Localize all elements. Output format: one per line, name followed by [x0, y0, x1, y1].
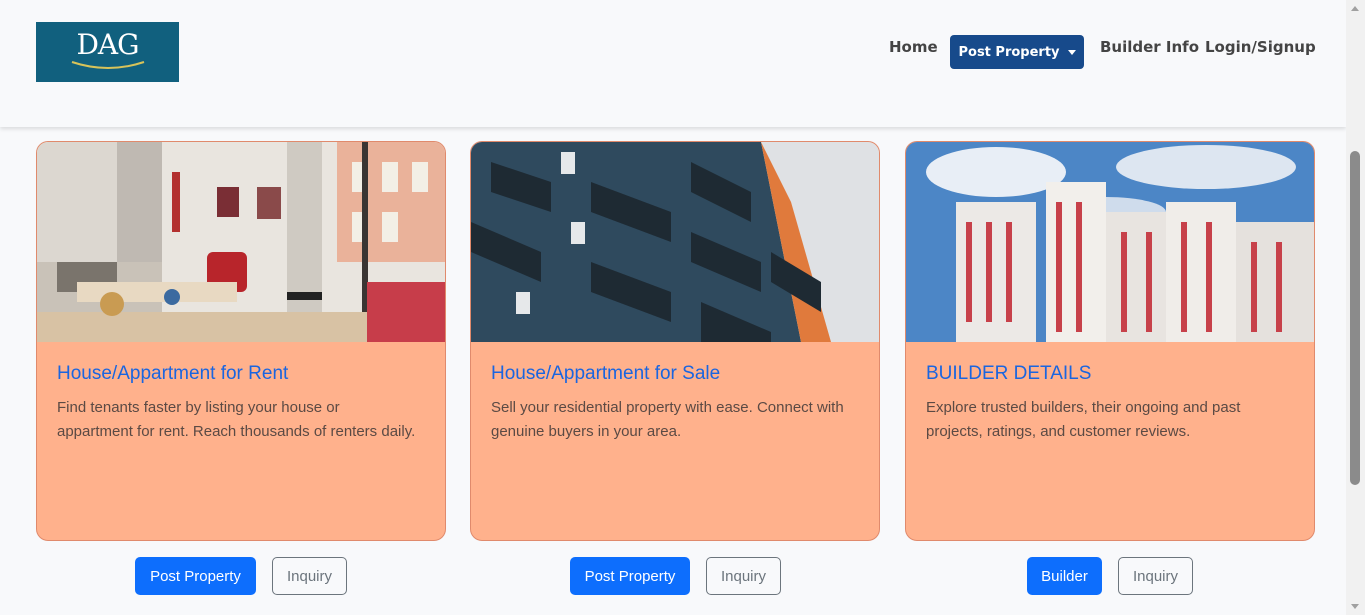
rent-card[interactable]: House/Appartment for Rent Find tenants f…: [36, 141, 446, 541]
high-rise-buildings-image: [906, 142, 1314, 342]
sale-card-title[interactable]: House/Appartment for Sale: [491, 363, 720, 385]
dag-logo[interactable]: DAG: [36, 22, 179, 82]
sale-inquiry-button[interactable]: Inquiry: [706, 557, 781, 595]
nav-login-signup-link[interactable]: Login/Signup: [1205, 38, 1316, 56]
vertical-scrollbar[interactable]: [1346, 0, 1365, 615]
sale-card[interactable]: House/Appartment for Sale Sell your resi…: [470, 141, 880, 541]
sale-post-property-button[interactable]: Post Property: [570, 557, 690, 595]
rent-inquiry-button[interactable]: Inquiry: [272, 557, 347, 595]
rent-post-property-button[interactable]: Post Property: [135, 557, 256, 595]
logo-swoosh-icon: [71, 61, 145, 69]
post-property-dropdown-label: Post Property: [958, 44, 1060, 60]
rent-card-description: Find tenants faster by listing your hous…: [57, 399, 416, 440]
builder-card[interactable]: BUILDER DETAILS Explore trusted builders…: [905, 141, 1315, 541]
logo-text: DAG: [76, 28, 139, 61]
caret-down-icon: [1067, 49, 1076, 55]
post-property-dropdown[interactable]: Post Property: [950, 35, 1084, 69]
builder-inquiry-button[interactable]: Inquiry: [1118, 557, 1193, 595]
scroll-up-arrow-icon[interactable]: [1351, 6, 1359, 11]
rent-card-title[interactable]: House/Appartment for Rent: [57, 363, 288, 385]
builder-button[interactable]: Builder: [1027, 557, 1102, 595]
scroll-thumb[interactable]: [1350, 151, 1360, 485]
nav-home-link[interactable]: Home: [889, 38, 938, 56]
scroll-down-arrow-icon[interactable]: [1351, 604, 1359, 609]
living-room-image: [37, 142, 445, 342]
nav-builder-info-link[interactable]: Builder Info: [1100, 38, 1199, 56]
apartment-balconies-image: [471, 142, 879, 342]
builder-card-description: Explore trusted builders, their ongoing …: [926, 399, 1241, 440]
builder-card-title[interactable]: BUILDER DETAILS: [926, 363, 1091, 385]
sale-card-description: Sell your residential property with ease…: [491, 399, 844, 440]
navbar: DAG Home Post Property Builder Info Logi…: [0, 0, 1346, 127]
